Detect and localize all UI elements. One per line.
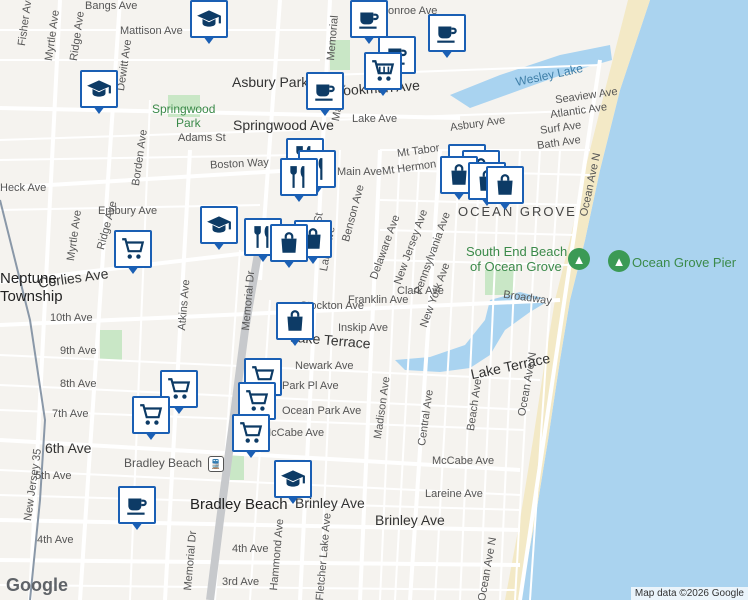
graduation-cap-icon <box>87 80 111 97</box>
shopping-bag-icon <box>281 232 297 253</box>
street-4th: 4th Ave <box>37 534 74 546</box>
street-bangs: Bangs Ave <box>85 0 138 12</box>
street-8th: 8th Ave <box>60 378 97 390</box>
town-neptune-2: Township <box>0 288 63 305</box>
poi-south-end-1: South End Beach <box>466 244 568 259</box>
street-lake: Lake Ave <box>352 113 398 125</box>
street-inskip: Inskip Ave <box>338 322 388 334</box>
coffee-marker[interactable] <box>428 14 466 52</box>
shopping-bag-icon <box>287 310 303 331</box>
shopping-cart-icon <box>246 390 269 411</box>
school-marker[interactable] <box>190 0 228 38</box>
shopping-cart-icon <box>372 60 395 81</box>
coffee-cup-icon <box>127 498 147 515</box>
coffee-marker[interactable] <box>306 72 344 110</box>
shopping-bag-marker[interactable] <box>276 302 314 340</box>
shopping-cart-marker[interactable] <box>232 414 270 452</box>
fork-knife-icon <box>290 166 305 188</box>
shopping-cart-marker[interactable] <box>364 52 402 90</box>
street-brinley2: Brinley Ave <box>375 512 445 528</box>
street-9th: 9th Ave <box>60 345 97 357</box>
street-adams: Adams St <box>178 132 226 144</box>
map-attribution[interactable]: Map data ©2026 Google <box>630 587 748 600</box>
school-marker[interactable] <box>274 460 312 498</box>
park-springwood-1: Springwood <box>152 102 216 116</box>
train-station-icon: 🚆 <box>208 456 224 472</box>
shopping-cart-icon <box>122 238 145 259</box>
shopping-bag-icon <box>497 174 513 195</box>
town-neptune-1: Neptune <box>0 270 57 287</box>
graduation-cap-icon <box>281 470 305 487</box>
restaurant-marker[interactable] <box>280 158 318 196</box>
school-marker[interactable] <box>200 206 238 244</box>
town-asbury-park: Asbury Park <box>232 74 309 90</box>
graduation-cap-icon <box>197 10 221 27</box>
street-mccabe: McCabe Ave <box>262 427 325 439</box>
street-mattison: Mattison Ave <box>120 25 183 37</box>
tree-icon[interactable]: ▲ <box>608 250 630 272</box>
tree-icon[interactable]: ▲ <box>568 248 590 270</box>
street-springwood: Springwood Ave <box>233 117 334 133</box>
station-bradley-beach: Bradley Beach <box>124 456 203 470</box>
street-3rd: 3rd Ave <box>222 576 260 588</box>
street-heck: Heck Ave <box>0 182 47 194</box>
coffee-marker[interactable] <box>350 0 388 38</box>
shopping-cart-marker[interactable] <box>114 230 152 268</box>
street-lareine: Lareine Ave <box>425 488 483 500</box>
street-newark: Newark Ave <box>295 360 354 372</box>
coffee-cup-icon <box>315 84 335 101</box>
town-bradley-beach: Bradley Beach <box>190 496 288 513</box>
town-ocean-grove: OCEAN GROVE <box>458 204 577 219</box>
coffee-cup-icon <box>437 26 457 43</box>
shopping-bag-marker[interactable] <box>270 224 308 262</box>
shopping-bag-marker[interactable] <box>486 166 524 204</box>
shopping-cart-icon <box>140 404 163 425</box>
poi-pier: Ocean Grove Pier <box>632 255 737 270</box>
street-6th: 6th Ave <box>45 440 92 456</box>
street-park-pl: Park Pl Ave <box>282 380 339 392</box>
street-main: Main Ave <box>337 166 383 178</box>
shopping-cart-marker[interactable] <box>132 396 170 434</box>
graduation-cap-icon <box>207 216 231 233</box>
coffee-cup-icon <box>359 12 379 29</box>
shopping-cart-icon <box>240 422 263 443</box>
street-10th: 10th Ave <box>50 312 93 324</box>
coffee-marker[interactable] <box>118 486 156 524</box>
street-mccabe2: McCabe Ave <box>432 455 495 467</box>
school-marker[interactable] <box>80 70 118 108</box>
park-springwood-2: Park <box>176 116 201 130</box>
map-canvas[interactable]: Bangs Ave Mattison Ave Springwood Ave Ad… <box>0 0 748 600</box>
street-4th-b: 4th Ave <box>232 543 269 555</box>
street-ocean-park: Ocean Park Ave <box>282 405 362 417</box>
google-logo: Google <box>6 575 68 595</box>
street-7th: 7th Ave <box>52 408 89 420</box>
poi-south-end-2: of Ocean Grove <box>470 259 562 274</box>
